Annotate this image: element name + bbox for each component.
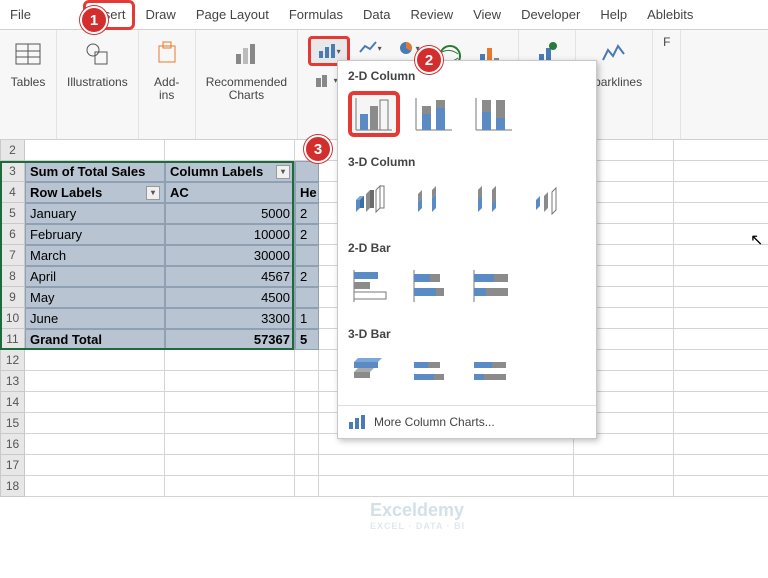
tab-developer[interactable]: Developer — [511, 0, 590, 30]
row-header[interactable]: 14 — [0, 392, 25, 413]
data-cell[interactable]: 4567 — [165, 266, 295, 287]
stacked-bar-2d[interactable] — [408, 263, 460, 309]
row-header[interactable]: 11 — [0, 329, 25, 350]
cell-sum-of-total[interactable]: Sum of Total Sales — [25, 161, 165, 182]
more-column-charts[interactable]: More Column Charts... — [338, 405, 596, 434]
data-cell[interactable]: February — [25, 224, 165, 245]
row-header[interactable]: 9 — [0, 287, 25, 308]
section-3d-bar: 3-D Bar — [338, 319, 596, 345]
data-cell[interactable]: 3300 — [165, 308, 295, 329]
recommended-charts-icon — [228, 36, 264, 72]
clustered-bar-3d[interactable] — [348, 349, 400, 395]
stacked-column-3d[interactable] — [408, 177, 460, 223]
cell-ac-header[interactable]: AC — [165, 182, 295, 203]
sparklines-icon — [596, 36, 632, 72]
row-header[interactable]: 7 — [0, 245, 25, 266]
line-chart-button[interactable] — [352, 36, 388, 60]
section-2d-bar: 2-D Bar — [338, 233, 596, 259]
100-stacked-column-2d[interactable] — [468, 91, 520, 137]
100-stacked-bar-2d[interactable] — [468, 263, 520, 309]
tab-pagelayout[interactable]: Page Layout — [186, 0, 279, 30]
row-header[interactable]: 15 — [0, 413, 25, 434]
data-cell[interactable]: May — [25, 287, 165, 308]
callout-1: 1 — [80, 6, 108, 34]
section-3d-column: 3-D Column — [338, 147, 596, 173]
section-2d-column: 2-D Column — [338, 61, 596, 87]
column-chart-dropdown: 2-D Column 3-D Column 2-D Bar 3-D Bar Mo… — [337, 60, 597, 439]
watermark: Exceldemy EXCEL · DATA · BI — [370, 500, 465, 531]
callout-2: 2 — [415, 46, 443, 74]
grand-total-value[interactable]: 57367 — [165, 329, 295, 350]
recommended-charts-button[interactable]: Recommended Charts — [206, 36, 287, 102]
data-cell[interactable]: 4500 — [165, 287, 295, 308]
clustered-column-3d[interactable] — [348, 177, 400, 223]
callout-3: 3 — [304, 135, 332, 163]
addins-button[interactable]: Add- ins — [149, 36, 185, 102]
3d-column[interactable] — [528, 177, 580, 223]
stacked-column-2d[interactable] — [408, 91, 460, 137]
grand-total-label[interactable]: Grand Total — [25, 329, 165, 350]
cell-column-labels[interactable]: Column Labels▾ — [165, 161, 295, 182]
row-header[interactable]: 18 — [0, 476, 25, 497]
stacked-bar-3d[interactable] — [408, 349, 460, 395]
row-header[interactable]: 5 — [0, 203, 25, 224]
filter-button[interactable]: ▾ — [276, 165, 290, 179]
more-charts-icon — [348, 414, 366, 430]
row-header[interactable]: 8 — [0, 266, 25, 287]
filter-button-2[interactable]: ▾ — [146, 186, 160, 200]
row-header[interactable]: 3 — [0, 161, 25, 182]
tables-button[interactable]: Tables — [10, 36, 46, 89]
tab-file[interactable]: File — [0, 0, 41, 30]
data-cell[interactable]: June — [25, 308, 165, 329]
more-button[interactable]: F — [663, 36, 670, 49]
data-cell[interactable]: 5000 — [165, 203, 295, 224]
tables-icon — [10, 36, 46, 72]
row-header[interactable]: 6 — [0, 224, 25, 245]
row-header[interactable]: 12 — [0, 350, 25, 371]
tab-view[interactable]: View — [463, 0, 511, 30]
cell-row-labels[interactable]: Row Labels▾ — [25, 182, 165, 203]
tab-ablebits[interactable]: Ablebits — [637, 0, 703, 30]
data-cell[interactable]: 10000 — [165, 224, 295, 245]
data-cell[interactable]: March — [25, 245, 165, 266]
illustrations-icon — [79, 36, 115, 72]
row-header[interactable]: 2 — [0, 140, 25, 161]
cursor-icon: ↖ — [750, 230, 763, 250]
row-header[interactable]: 13 — [0, 371, 25, 392]
100-stacked-column-3d[interactable] — [468, 177, 520, 223]
illustrations-button[interactable]: Illustrations — [67, 36, 128, 89]
row-header[interactable]: 16 — [0, 434, 25, 455]
row-header[interactable]: 10 — [0, 308, 25, 329]
data-cell[interactable]: January — [25, 203, 165, 224]
row-header[interactable]: 17 — [0, 455, 25, 476]
100-stacked-bar-3d[interactable] — [468, 349, 520, 395]
tab-data[interactable]: Data — [353, 0, 400, 30]
addins-icon — [149, 36, 185, 72]
data-cell[interactable]: April — [25, 266, 165, 287]
data-cell[interactable]: 30000 — [165, 245, 295, 266]
tab-help[interactable]: Help — [590, 0, 637, 30]
row-header[interactable]: 4 — [0, 182, 25, 203]
clustered-bar-2d[interactable] — [348, 263, 400, 309]
tab-formulas[interactable]: Formulas — [279, 0, 353, 30]
tab-review[interactable]: Review — [400, 0, 463, 30]
tab-draw[interactable]: Draw — [135, 0, 185, 30]
clustered-column-2d[interactable] — [348, 91, 400, 137]
